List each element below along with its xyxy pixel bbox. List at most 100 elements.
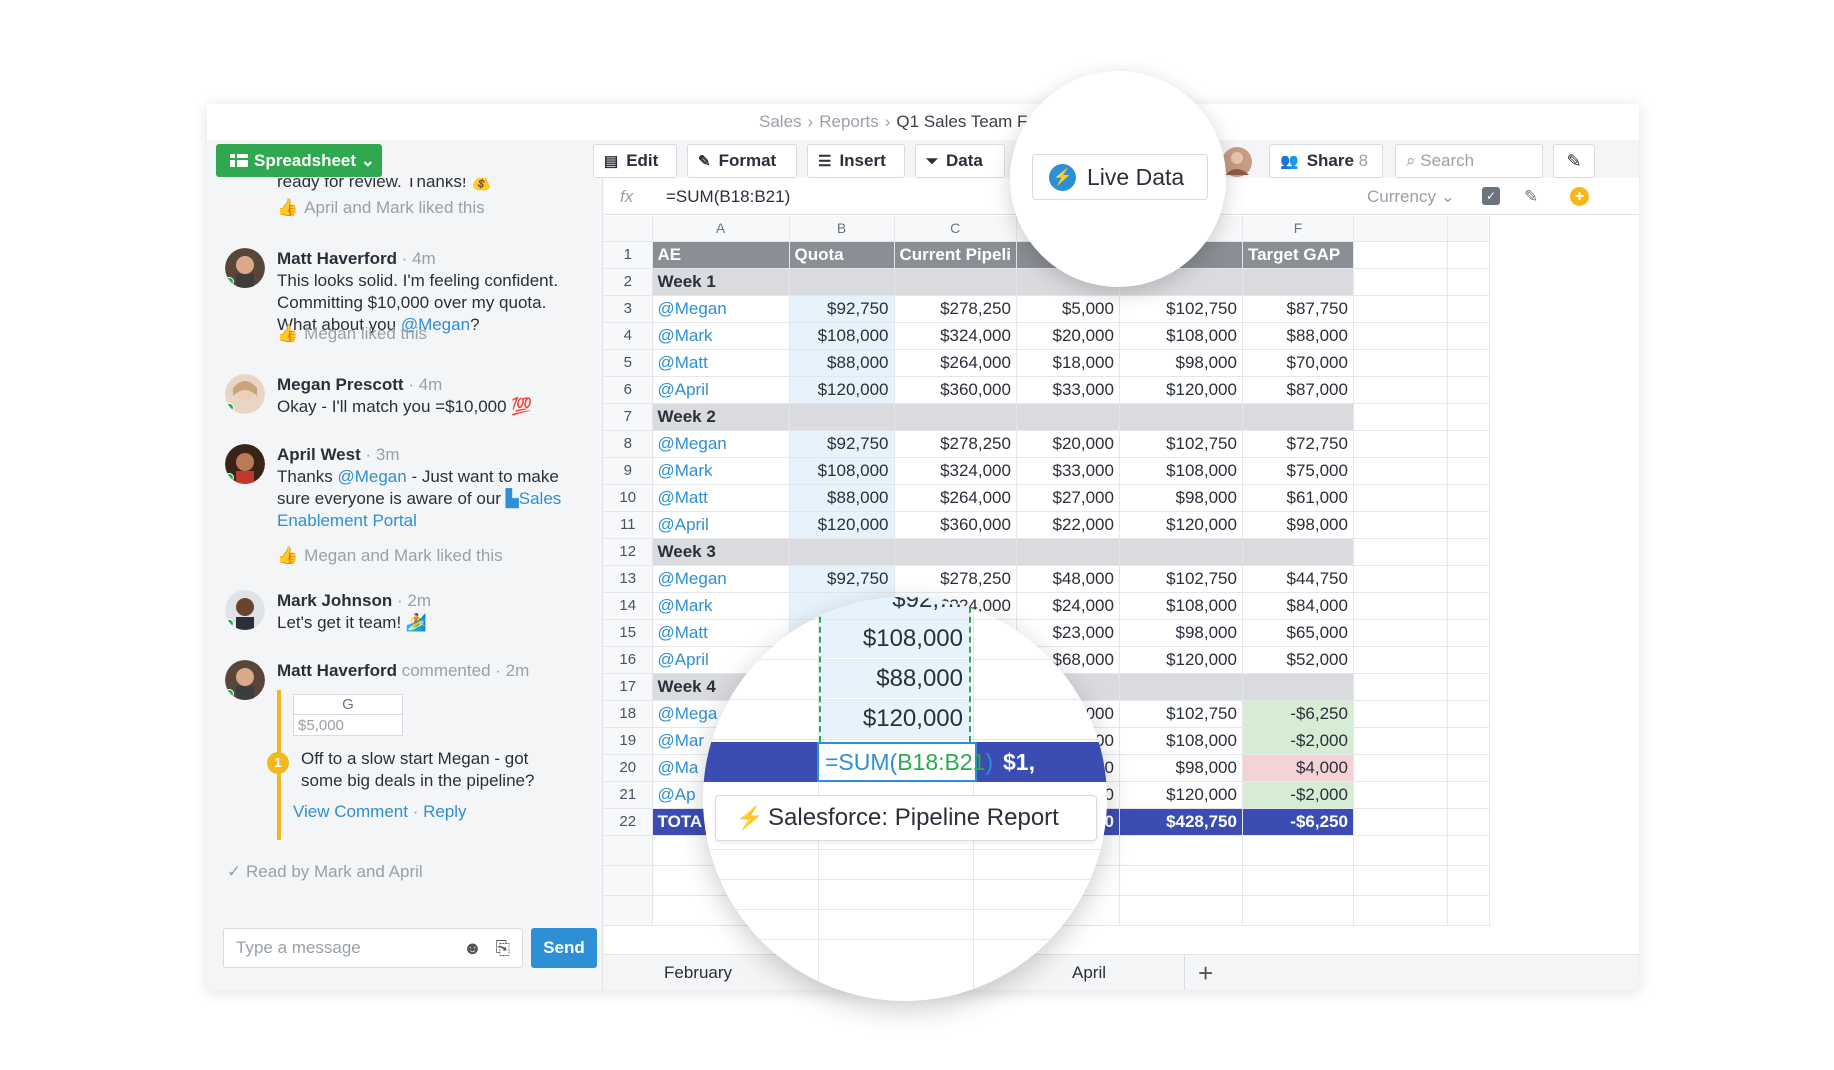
table-cell[interactable]: $120,000 xyxy=(1119,511,1243,539)
table-cell[interactable]: -$2,000 xyxy=(1242,781,1354,809)
empty-cell[interactable] xyxy=(1447,781,1490,809)
emoji-icon[interactable]: ☻ xyxy=(463,929,482,967)
empty-cell[interactable] xyxy=(1447,727,1490,755)
live-data-button[interactable]: ⚡ Live Data xyxy=(1032,154,1208,200)
checkbox-icon[interactable]: ✓ xyxy=(1482,187,1500,205)
empty-cell[interactable] xyxy=(604,895,653,926)
row-number[interactable]: 20 xyxy=(604,754,653,782)
empty-cell[interactable] xyxy=(1447,403,1490,431)
header-cell[interactable]: Target GAP xyxy=(1242,241,1354,269)
table-cell[interactable]: $33,000 xyxy=(1016,457,1120,485)
row-number[interactable]: 14 xyxy=(604,592,653,620)
row-number[interactable]: 22 xyxy=(604,808,653,836)
empty-cell[interactable] xyxy=(1447,538,1490,566)
empty-cell[interactable] xyxy=(1447,619,1490,647)
empty-cell[interactable] xyxy=(1447,865,1490,896)
table-cell[interactable]: $120,000 xyxy=(1119,376,1243,404)
table-cell[interactable]: @Mark xyxy=(652,322,790,350)
empty-cell[interactable] xyxy=(1353,835,1448,866)
table-cell[interactable]: $65,000 xyxy=(1242,619,1354,647)
insert-button[interactable]: ☰ Insert xyxy=(807,144,905,178)
table-cell[interactable]: $92,750 xyxy=(789,565,895,593)
row-number[interactable]: 16 xyxy=(604,646,653,674)
table-cell[interactable]: $20,000 xyxy=(1016,322,1120,350)
table-cell[interactable]: $24,000 xyxy=(1016,592,1120,620)
empty-cell[interactable] xyxy=(1119,865,1243,896)
sender-name[interactable]: Mark Johnson xyxy=(277,591,392,610)
table-cell[interactable] xyxy=(1119,673,1243,701)
sender-name[interactable]: Matt Haverford xyxy=(277,661,397,680)
empty-cell[interactable] xyxy=(1242,835,1354,866)
format-button[interactable]: ✎ Format xyxy=(687,144,797,178)
table-cell[interactable]: $120,000 xyxy=(1119,781,1243,809)
table-cell[interactable]: $278,250 xyxy=(894,295,1017,323)
table-cell[interactable]: $264,000 xyxy=(894,349,1017,377)
empty-cell[interactable] xyxy=(1353,295,1448,323)
table-cell[interactable]: $98,000 xyxy=(1119,349,1243,377)
empty-cell[interactable] xyxy=(1353,349,1448,377)
table-cell[interactable]: $84,000 xyxy=(1242,592,1354,620)
empty-cell[interactable] xyxy=(1353,700,1448,728)
empty-cell[interactable] xyxy=(1447,484,1490,512)
row-number[interactable]: 19 xyxy=(604,727,653,755)
table-cell[interactable]: $102,750 xyxy=(1119,295,1243,323)
empty-cell[interactable] xyxy=(1119,895,1243,926)
table-cell[interactable]: $108,000 xyxy=(789,322,895,350)
table-cell[interactable]: $98,000 xyxy=(1119,619,1243,647)
paint-brush-icon[interactable]: ✎ xyxy=(1524,178,1538,215)
empty-cell[interactable] xyxy=(1353,619,1448,647)
table-cell[interactable]: -$6,250 xyxy=(1242,808,1354,836)
sender-name[interactable]: April West xyxy=(277,445,361,464)
row-number[interactable]: 3 xyxy=(604,295,653,323)
row-number[interactable]: 21 xyxy=(604,781,653,809)
table-cell[interactable]: @April xyxy=(652,511,790,539)
table-cell[interactable]: $48,000 xyxy=(1016,565,1120,593)
table-cell[interactable]: $98,000 xyxy=(1119,484,1243,512)
table-cell[interactable]: $92,750 xyxy=(789,295,895,323)
row-number[interactable]: 8 xyxy=(604,430,653,458)
empty-cell[interactable] xyxy=(1353,322,1448,350)
reply-link[interactable]: Reply xyxy=(423,802,466,821)
table-cell[interactable]: $5,000 xyxy=(1016,295,1120,323)
row-number[interactable]: 7 xyxy=(604,403,653,431)
empty-cell[interactable] xyxy=(1447,349,1490,377)
search-input[interactable]: ⌕ Search xyxy=(1395,144,1543,178)
empty-cell[interactable] xyxy=(1353,268,1448,296)
data-button[interactable]: ⏷ Data xyxy=(915,144,1005,178)
table-cell[interactable]: $92,750 xyxy=(789,430,895,458)
breadcrumb-sales[interactable]: Sales xyxy=(759,112,802,131)
empty-cell[interactable] xyxy=(1353,895,1448,926)
table-cell[interactable] xyxy=(789,403,895,431)
table-cell[interactable]: $75,000 xyxy=(1242,457,1354,485)
table-cell[interactable]: $102,750 xyxy=(1119,700,1243,728)
empty-cell[interactable] xyxy=(1353,241,1448,269)
table-cell[interactable]: -$6,250 xyxy=(1242,700,1354,728)
table-cell[interactable]: @Megan xyxy=(652,430,790,458)
table-cell[interactable]: $18,000 xyxy=(1016,349,1120,377)
empty-cell[interactable] xyxy=(1447,511,1490,539)
row-number[interactable]: 1 xyxy=(604,241,653,269)
row-number[interactable]: 13 xyxy=(604,565,653,593)
table-cell[interactable]: @Megan xyxy=(652,565,790,593)
table-cell[interactable]: $20,000 xyxy=(1016,430,1120,458)
table-cell[interactable]: $428,750 xyxy=(1119,808,1243,836)
table-cell[interactable] xyxy=(1242,538,1354,566)
table-cell[interactable]: @Mark xyxy=(652,457,790,485)
column-header[interactable] xyxy=(1447,216,1490,242)
row-number[interactable]: 15 xyxy=(604,619,653,647)
empty-cell[interactable] xyxy=(1242,865,1354,896)
empty-cell[interactable] xyxy=(1447,754,1490,782)
table-cell[interactable] xyxy=(894,403,1017,431)
table-cell[interactable] xyxy=(1242,403,1354,431)
table-cell[interactable]: $324,000 xyxy=(894,322,1017,350)
empty-cell[interactable] xyxy=(1447,895,1490,926)
empty-cell[interactable] xyxy=(1447,376,1490,404)
header-cell[interactable]: Quota xyxy=(789,241,895,269)
breadcrumb-reports[interactable]: Reports xyxy=(819,112,879,131)
column-header[interactable]: B xyxy=(789,216,895,242)
empty-cell[interactable] xyxy=(1447,592,1490,620)
table-cell[interactable]: @Matt xyxy=(652,619,790,647)
table-cell[interactable]: @Mark xyxy=(652,592,790,620)
empty-cell[interactable] xyxy=(1353,538,1448,566)
table-cell[interactable]: $88,000 xyxy=(789,484,895,512)
